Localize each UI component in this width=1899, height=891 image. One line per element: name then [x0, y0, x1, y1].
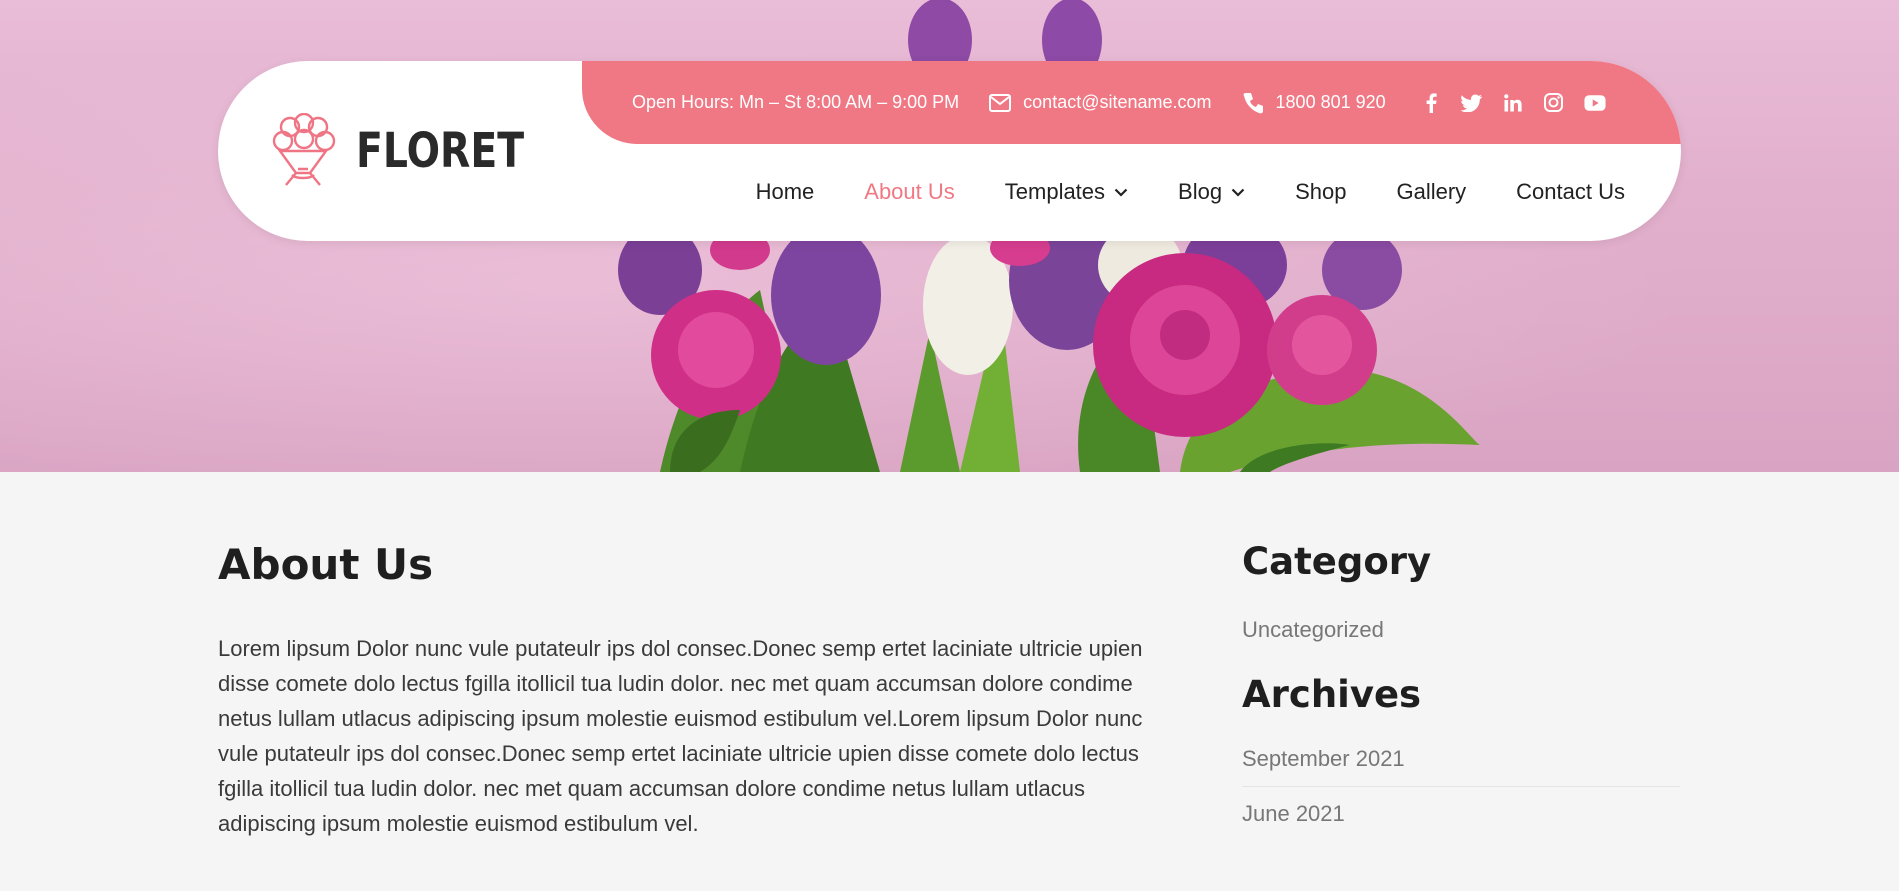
- nav-contact-us[interactable]: Contact Us: [1516, 179, 1625, 205]
- nav-home-label: Home: [755, 179, 815, 204]
- phone-text: 1800 801 920: [1275, 92, 1386, 112]
- archives-widget-title: Archives: [1242, 673, 1422, 716]
- envelope-icon: [989, 93, 1012, 112]
- main-content: About Us Lorem lipsum Dolor nunc vule pu…: [218, 540, 1178, 841]
- nav-templates[interactable]: Templates: [1005, 179, 1128, 205]
- open-hours: Open Hours: Mn – St 8:00 AM – 9:00 PM: [632, 92, 959, 113]
- main-navigation: Home About Us Templates Blog Shop Galler…: [706, 179, 1625, 205]
- nav-contact-label: Contact Us: [1516, 179, 1625, 204]
- archive-link-june-2021[interactable]: June 2021: [1242, 787, 1680, 841]
- nav-blog-label: Blog: [1178, 179, 1223, 204]
- open-hours-text: Open Hours: Mn – St 8:00 AM – 9:00 PM: [632, 92, 960, 112]
- nav-templates-label: Templates: [1004, 179, 1106, 204]
- chevron-down-icon: [1231, 188, 1245, 197]
- youtube-icon[interactable]: [1584, 92, 1606, 114]
- nav-gallery[interactable]: Gallery: [1396, 179, 1466, 205]
- sidebar: Category Uncategorized Archives Septembe…: [1242, 540, 1680, 841]
- social-links: [1420, 92, 1625, 114]
- category-link-uncategorized[interactable]: Uncategorized: [1242, 617, 1680, 643]
- archive-link-september-2021[interactable]: September 2021: [1242, 746, 1680, 787]
- bouquet-icon: [272, 113, 336, 186]
- email-text: contact@sitename.com: [1023, 92, 1212, 112]
- twitter-icon[interactable]: [1460, 92, 1483, 114]
- instagram-icon[interactable]: [1543, 92, 1565, 114]
- nav-home[interactable]: Home: [756, 179, 815, 205]
- nav-about-label: About Us: [864, 179, 955, 204]
- phone-icon: [1242, 91, 1264, 115]
- email-contact[interactable]: contact@sitename.com: [989, 92, 1212, 113]
- archives-list: September 2021 June 2021: [1242, 746, 1680, 841]
- site-header: Open Hours: Mn – St 8:00 AM – 9:00 PM co…: [218, 61, 1681, 241]
- page-body-text: Lorem lipsum Dolor nunc vule putateulr i…: [218, 636, 1143, 836]
- nav-about-us[interactable]: About Us: [864, 179, 955, 205]
- nav-shop-label: Shop: [1295, 179, 1347, 204]
- category-widget-title: Category: [1242, 540, 1432, 583]
- contact-topbar: Open Hours: Mn – St 8:00 AM – 9:00 PM co…: [582, 61, 1681, 144]
- chevron-down-icon: [1114, 188, 1128, 197]
- facebook-icon[interactable]: [1420, 92, 1442, 114]
- site-logo[interactable]: FLORET: [268, 113, 561, 189]
- linkedin-icon[interactable]: [1502, 92, 1524, 114]
- nav-gallery-label: Gallery: [1396, 179, 1467, 204]
- nav-shop[interactable]: Shop: [1295, 179, 1346, 205]
- nav-blog[interactable]: Blog: [1178, 179, 1245, 205]
- phone-contact[interactable]: 1800 801 920: [1242, 91, 1386, 115]
- page-title: About Us: [218, 540, 434, 589]
- brand-name: FLORET: [356, 123, 525, 179]
